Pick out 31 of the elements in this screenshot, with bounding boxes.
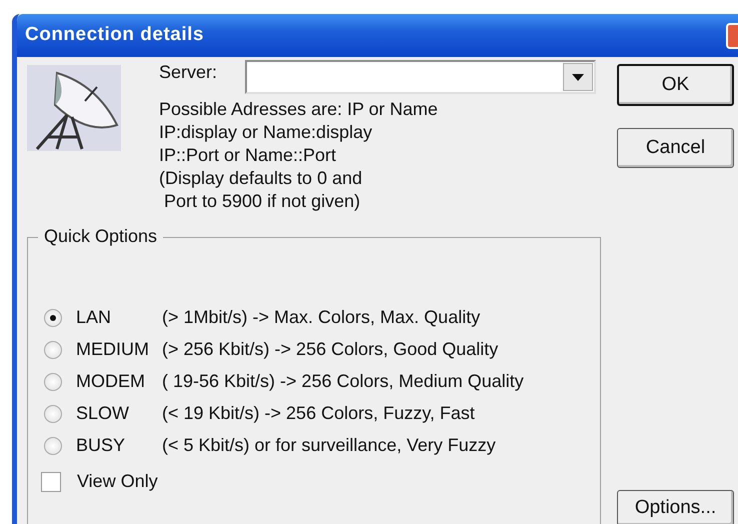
dialog-button[interactable]: OK <box>617 64 734 106</box>
option-label[interactable]: LAN <box>76 307 162 329</box>
group-title: Quick Options <box>38 226 164 248</box>
radio-button[interactable] <box>44 341 62 359</box>
radio-button[interactable] <box>44 373 62 391</box>
hint-text: Port to 5900 if not given) <box>163 190 362 213</box>
hint-text: (Display defaults to 0 and <box>159 167 364 190</box>
option-label[interactable]: MODEM <box>76 371 162 393</box>
checkbox[interactable] <box>41 472 61 492</box>
option-label[interactable]: BUSY <box>76 435 162 457</box>
radio-button[interactable] <box>44 309 62 327</box>
option-description: (> 256 Kbit/s) -> 256 Colors, Good Quality <box>162 339 498 361</box>
radio-button[interactable] <box>44 437 62 455</box>
server-combo-box[interactable] <box>245 60 596 94</box>
option-label[interactable]: SLOW <box>76 403 162 425</box>
checkbox-label[interactable]: View Only <box>77 471 158 493</box>
window-title: Connection details <box>25 24 204 47</box>
satellite-dish-icon <box>27 65 121 151</box>
option-description: (< 5 Kbit/s) or for surveillance, Very Fuzzy <box>162 435 496 457</box>
server-label: Server: <box>159 61 218 84</box>
hint-text: IP::Port or Name::Port <box>159 144 338 167</box>
option-description: (> 1Mbit/s) -> Max. Colors, Max. Quality <box>162 307 480 329</box>
dialog-button[interactable]: Cancel <box>617 128 734 168</box>
option-label[interactable]: MEDIUM <box>76 339 162 361</box>
hint-text: Possible Adresses are: IP or Name <box>159 98 439 121</box>
option-description: ( 19-56 Kbit/s) -> 256 Colors, Medium Quality <box>162 371 524 393</box>
hint-text: IP:display or Name:display <box>159 121 374 144</box>
dropdown-arrow-icon <box>572 74 584 80</box>
options-button[interactable]: Options... <box>617 490 734 524</box>
radio-button[interactable] <box>44 405 62 423</box>
option-description: (< 19 Kbit/s) -> 256 Colors, Fuzzy, Fast <box>162 403 475 425</box>
